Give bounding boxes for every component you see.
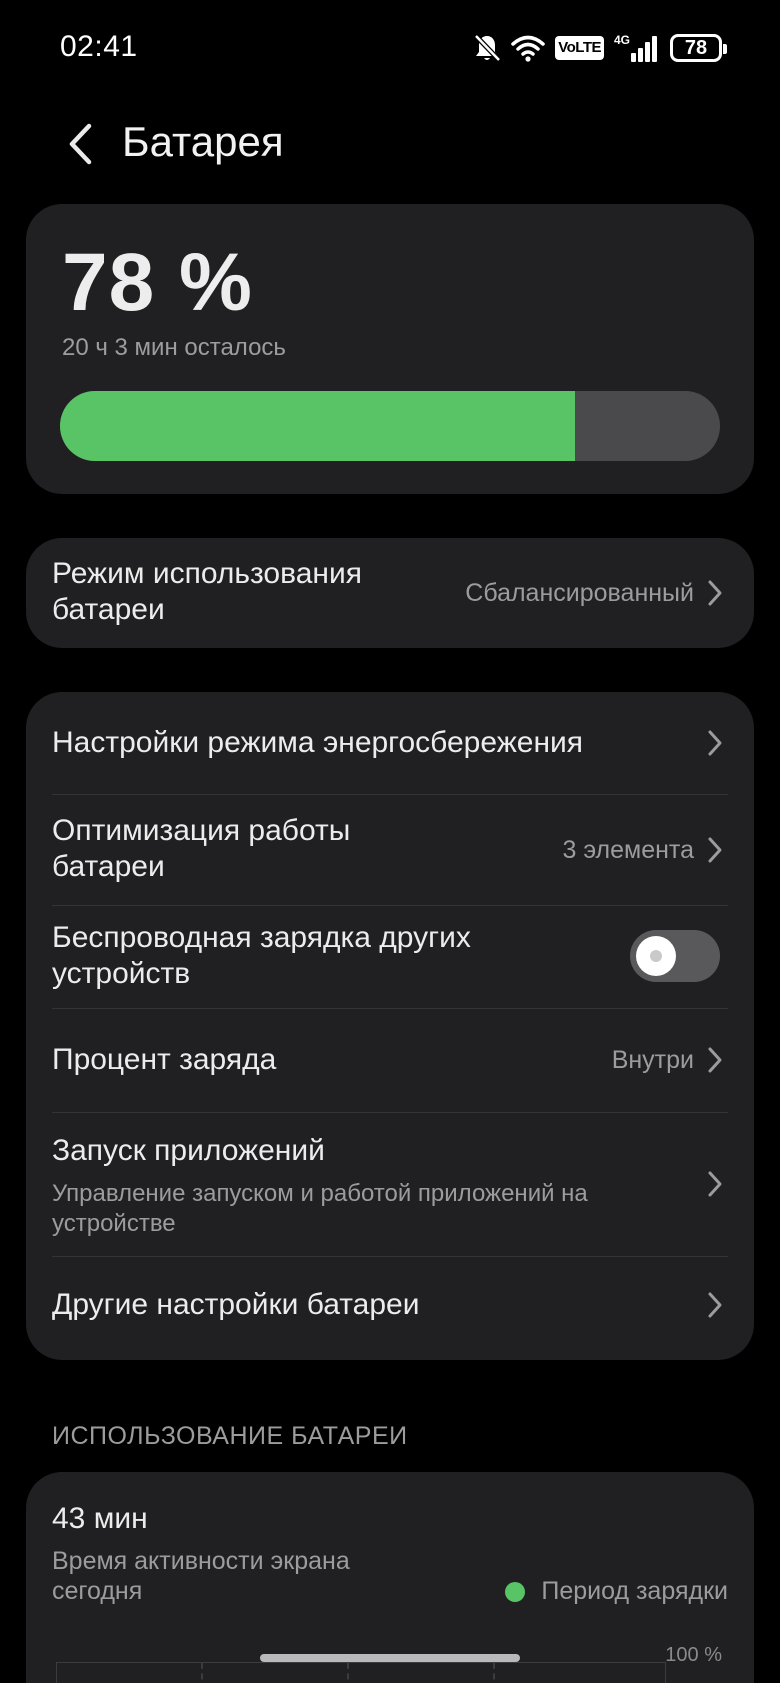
network-type: 4G (614, 33, 630, 47)
battery-card: 78 % 20 ч 3 мин осталось (26, 204, 754, 494)
charge-percent-row[interactable]: Процент заряда Внутри (26, 1009, 754, 1112)
other-settings-title: Другие настройки батареи (52, 1288, 420, 1321)
bell-off-icon (473, 33, 502, 63)
battery-remaining: 20 ч 3 мин осталось (62, 334, 286, 361)
chart-axis-max-label: 100 % (665, 1644, 722, 1666)
status-icons: VoLTE 4G 78 (473, 30, 727, 66)
wireless-charging-row: Беспроводная зарядка других устройств (26, 906, 754, 1008)
wireless-charging-toggle[interactable] (630, 930, 720, 982)
home-indicator[interactable] (260, 1654, 520, 1662)
wireless-charging-title: Беспроводная зарядка других устройств (52, 921, 471, 990)
page-title: Батарея (122, 118, 284, 165)
battery-status-icon: 78 (670, 34, 727, 62)
battery-usage-section-label: ИСПОЛЬЗОВАНИЕ БАТАРЕИ (52, 1422, 408, 1450)
power-saving-title: Настройки режима энергосбережения (52, 726, 584, 759)
back-button[interactable] (56, 120, 104, 168)
battery-mode-row[interactable]: Режим использования батареи Сбалансирова… (26, 538, 754, 648)
chevron-right-icon (708, 730, 722, 756)
header: Батарея (0, 100, 780, 190)
battery-optimization-value: 3 элемента (562, 836, 694, 864)
app-launch-row[interactable]: Запуск приложений Управление запуском и … (26, 1113, 754, 1256)
chart-legend: Период зарядки (505, 1577, 728, 1606)
chevron-right-icon (708, 1292, 722, 1318)
battery-optimization-row[interactable]: Оптимизация работы батареи 3 элемента (26, 795, 754, 905)
status-time: 02:41 (60, 30, 138, 63)
toggle-knob (636, 936, 676, 976)
battery-mode-title: Режим использования батареи (52, 557, 362, 626)
battery-optimization-title: Оптимизация работы батареи (52, 814, 351, 883)
power-saving-row[interactable]: Настройки режима энергосбережения (26, 692, 754, 794)
chevron-right-icon (708, 837, 722, 863)
chart-grid-line (347, 1663, 349, 1683)
screen-time-description: Время активности экрана сегодня (52, 1547, 350, 1605)
usage-chart (56, 1662, 666, 1683)
battery-level-fill (60, 391, 575, 461)
charge-percent-value: Внутри (611, 1046, 694, 1074)
chevron-right-icon (708, 1171, 722, 1197)
volte-badge: VoLTE (555, 36, 604, 60)
chevron-right-icon (708, 1047, 722, 1073)
battery-usage-card: 43 мин Время активности экрана сегодня П… (26, 1472, 754, 1683)
battery-level-bar (60, 391, 720, 461)
battery-percent: 78 % (62, 237, 253, 328)
legend-label: Период зарядки (541, 1577, 728, 1605)
status-bar: 02:41 VoLTE 4G 78 (0, 0, 780, 96)
chart-grid-line (493, 1663, 495, 1683)
chevron-right-icon (708, 580, 722, 606)
chart-grid-line (201, 1663, 203, 1683)
wifi-icon (511, 34, 545, 62)
other-settings-row[interactable]: Другие настройки батареи (26, 1257, 754, 1360)
signal-icon: 4G (614, 33, 660, 63)
app-launch-subtitle: Управление запуском и работой приложений… (52, 1180, 588, 1237)
battery-mode-value: Сбалансированный (465, 579, 694, 607)
app-launch-title: Запуск приложений (52, 1134, 325, 1167)
legend-dot (505, 1581, 526, 1602)
charge-percent-title: Процент заряда (52, 1043, 277, 1076)
screen-time-value: 43 мин (52, 1502, 148, 1535)
battery-settings-list: Настройки режима энергосбережения Оптими… (26, 692, 754, 1360)
back-arrow-icon (69, 123, 92, 165)
